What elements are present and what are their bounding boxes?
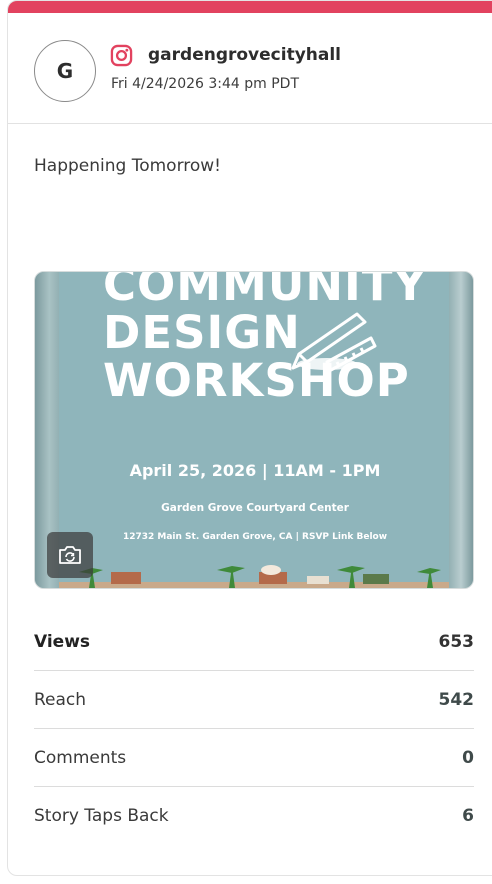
post-timestamp: Fri 4/24/2026 3:44 pm PDT (111, 76, 300, 92)
pencil-ruler-icon (291, 312, 377, 372)
stat-row-views: Views 653 (34, 613, 474, 671)
stat-label: Reach (34, 689, 87, 710)
poster-scene-illustration (59, 565, 451, 588)
stat-row-reach: Reach 542 (34, 671, 474, 729)
instagram-icon (110, 44, 133, 67)
post-stats: Views 653 Reach 542 Comments 0 Story Tap… (34, 613, 474, 845)
post-header: G gardengrovecityhall Fri 4/24/2026 3:44… (8, 13, 492, 124)
post-caption: Happening Tomorrow! (34, 156, 221, 176)
poster-address: 12732 Main St. Garden Grove, CA | RSVP L… (122, 532, 388, 542)
stat-label: Story Taps Back (34, 806, 169, 826)
post-card: G gardengrovecityhall Fri 4/24/2026 3:44… (7, 0, 492, 876)
camera-rotate-button[interactable] (47, 532, 93, 578)
stat-value: 6 (462, 806, 474, 826)
poster-venue: Garden Grove Courtyard Center (161, 502, 349, 514)
stat-value: 542 (438, 689, 475, 710)
stat-label: Comments (34, 747, 127, 768)
camera-rotate-icon (59, 546, 81, 564)
post-media[interactable]: COMMUNITY DESIGN WORKSHOP April 25, 2026… (34, 271, 474, 589)
accent-bar (8, 1, 492, 13)
stat-value: 0 (462, 747, 474, 768)
poster-date: April 25, 2026 | 11AM - 1PM (129, 461, 381, 480)
account-handle[interactable]: gardengrovecityhall (148, 44, 341, 67)
stat-row-comments: Comments 0 (34, 729, 474, 787)
stat-row-story-taps-back: Story Taps Back 6 (34, 787, 474, 845)
media-blur-right (449, 272, 473, 588)
avatar[interactable]: G (34, 40, 96, 102)
workshop-poster: COMMUNITY DESIGN WORKSHOP April 25, 2026… (59, 272, 451, 588)
stat-label: Views (34, 631, 91, 652)
stat-value: 653 (438, 631, 475, 652)
